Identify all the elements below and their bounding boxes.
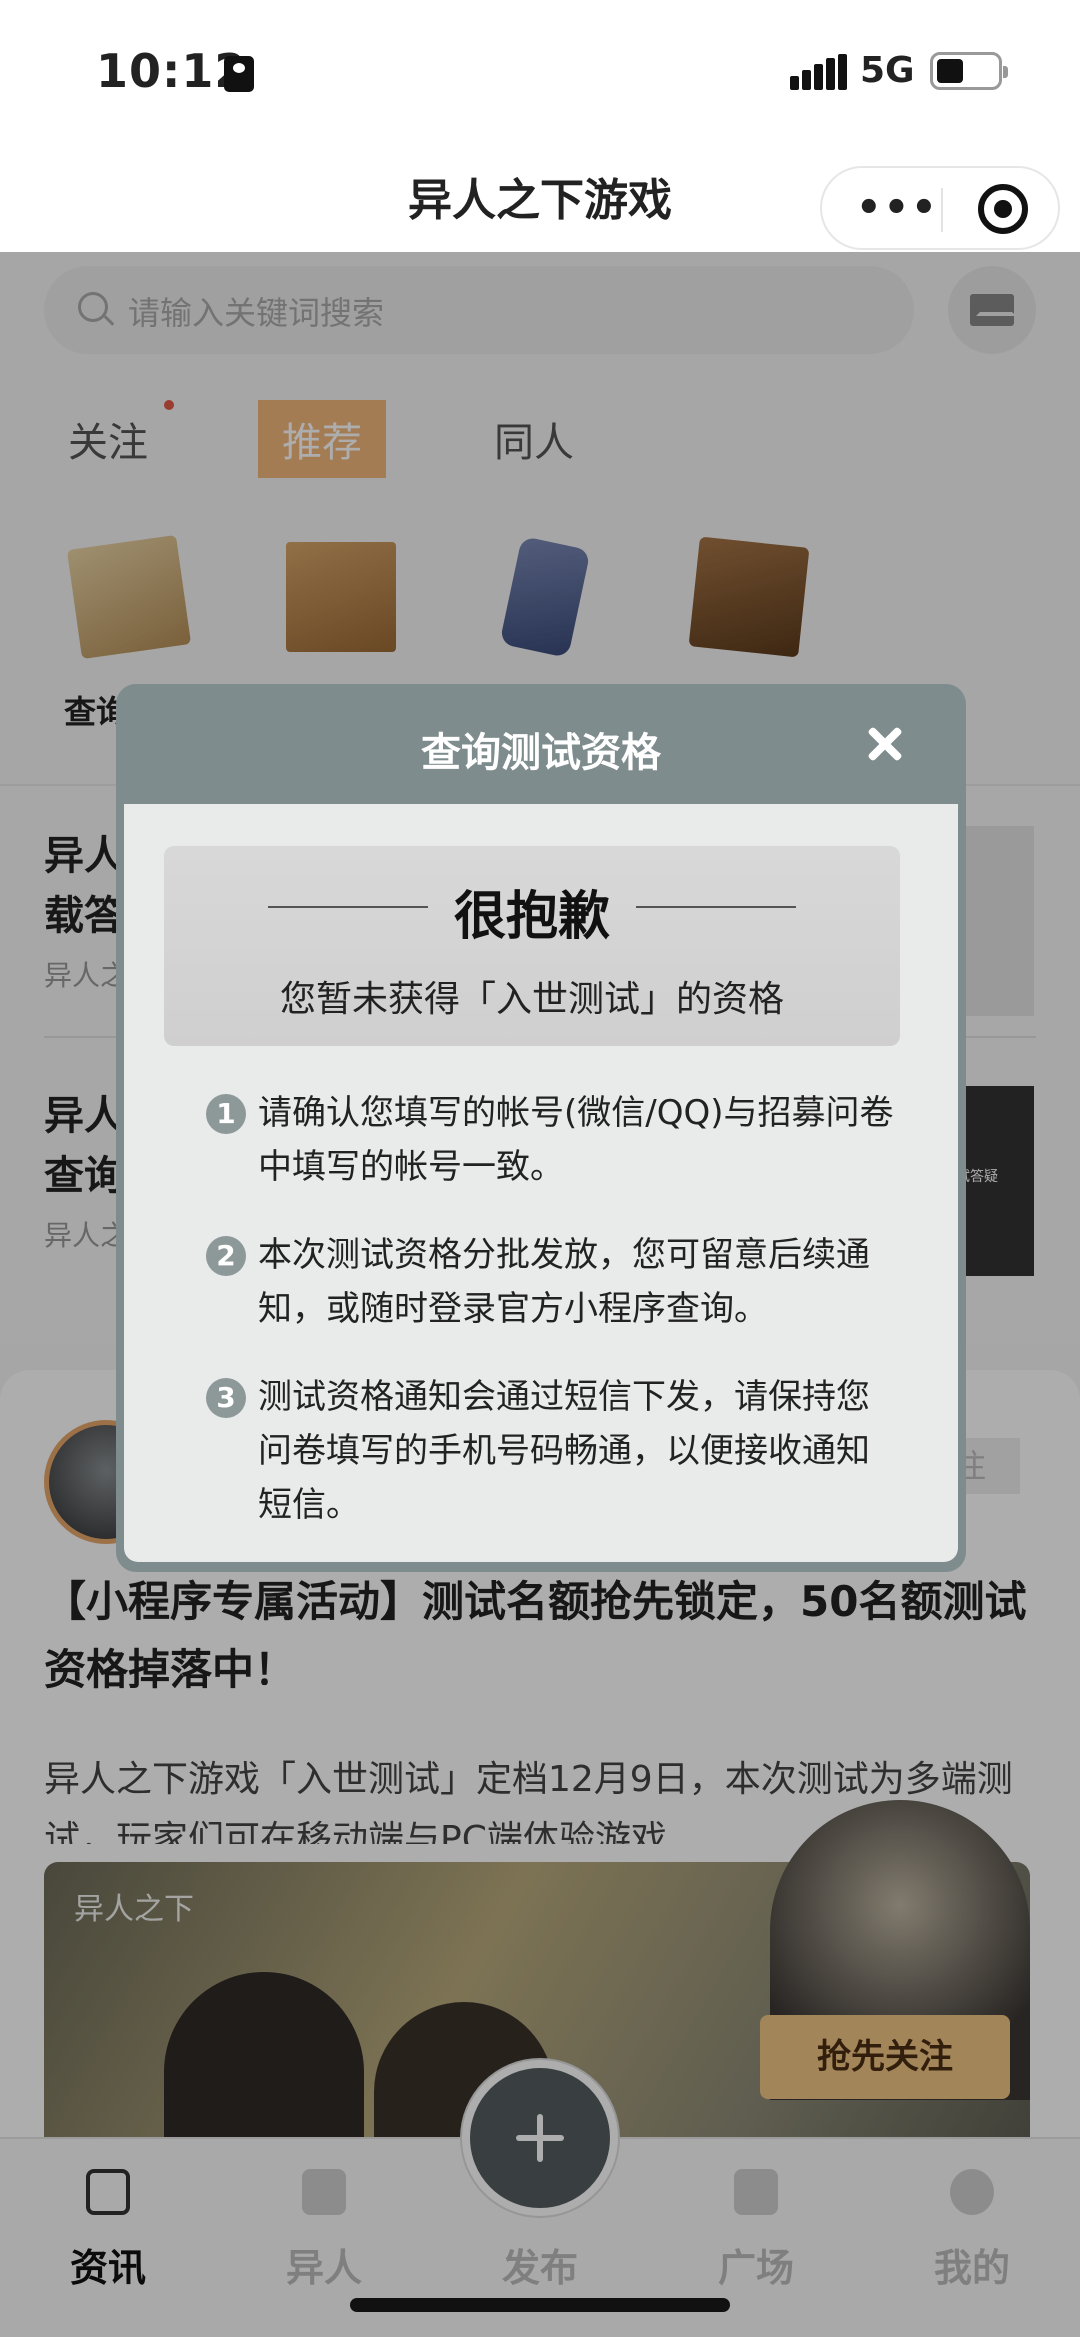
notice-text: 本次测试资格分批发放，您可留意后续通知，或随时登录官方小程序查询。 bbox=[258, 1235, 870, 1329]
modal-header: 查询测试资格 bbox=[116, 684, 966, 804]
sorry-title: 很抱歉 bbox=[453, 887, 610, 947]
notice-text: 测试资格通知会通过短信下发，请保持您问卷填写的手机号码畅通，以便接收通知短信。 bbox=[258, 1377, 870, 1525]
miniprogram-capsule: ••• bbox=[820, 166, 1060, 250]
signal-strength-icon bbox=[790, 54, 847, 90]
notice-number: 3 bbox=[206, 1378, 246, 1418]
notice-text: 请确认您填写的帐号(微信/QQ)与招募问卷中填写的帐号一致。 bbox=[258, 1093, 894, 1187]
notice-number: 1 bbox=[206, 1094, 246, 1134]
nav-bar: 异人之下游戏 ••• bbox=[0, 140, 1080, 252]
battery-icon bbox=[930, 52, 1008, 90]
capsule-divider bbox=[941, 188, 943, 232]
more-icon[interactable]: ••• bbox=[856, 188, 939, 228]
contact-card-icon bbox=[224, 56, 254, 92]
close-miniprogram-icon[interactable] bbox=[978, 184, 1028, 234]
close-icon[interactable] bbox=[856, 714, 916, 774]
notice-number: 2 bbox=[206, 1236, 246, 1276]
qualification-modal: 查询测试资格 很抱歉 您暂未获得「入世测试」的资格 1 请确认您填写的帐号(微信… bbox=[116, 684, 966, 1572]
modal-title: 查询测试资格 bbox=[421, 730, 661, 776]
home-indicator bbox=[350, 2298, 730, 2312]
sorry-subtitle: 您暂未获得「入世测试」的资格 bbox=[279, 979, 784, 1020]
status-bar: 10:12 5G bbox=[0, 0, 1080, 140]
network-type: 5G bbox=[860, 50, 915, 91]
modal-body: 很抱歉 您暂未获得「入世测试」的资格 1 请确认您填写的帐号(微信/QQ)与招募… bbox=[124, 804, 958, 1562]
decor-line bbox=[636, 906, 796, 908]
sorry-panel: 很抱歉 您暂未获得「入世测试」的资格 bbox=[164, 846, 900, 1046]
